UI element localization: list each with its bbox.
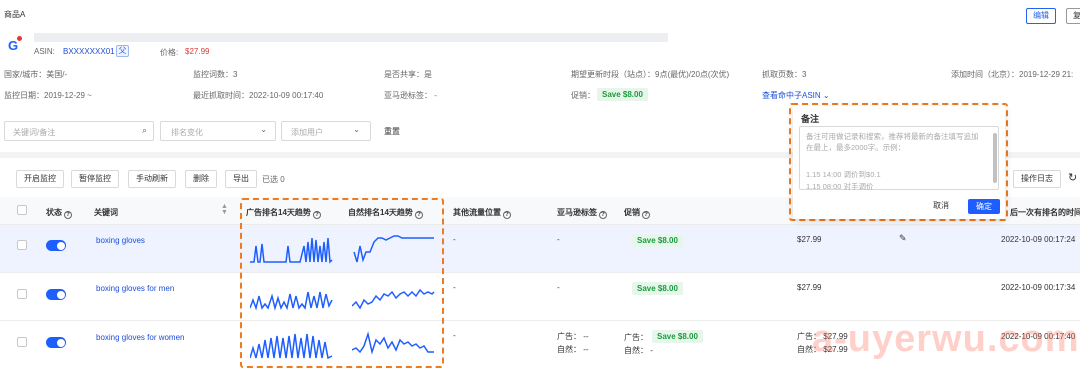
asin-link[interactable]: BXXXXXXX01 xyxy=(63,47,115,56)
info-monitor-date: 监控日期：2019-12-29 ~ xyxy=(4,91,92,100)
promo-natural: 自然： - xyxy=(624,346,653,355)
header-other-traffic: 其他流量位置? xyxy=(453,207,511,219)
info-shared: 是否共享：是 xyxy=(384,70,432,79)
product-title-redacted xyxy=(34,33,668,42)
scrollbar[interactable] xyxy=(993,133,997,183)
other-traffic-value: - xyxy=(453,283,456,292)
info-update-period: 期望更新时段（站点）：9点(最优)/20点(次优) xyxy=(571,70,730,79)
keyword-link[interactable]: boxing gloves xyxy=(96,236,145,245)
row-checkbox[interactable] xyxy=(17,240,27,250)
note-popup-title: 备注 xyxy=(801,114,820,124)
delete-button[interactable]: 删除 xyxy=(185,170,217,188)
keyword-link[interactable]: boxing gloves for men xyxy=(96,284,174,293)
info-promo-badge: Save $8.00 xyxy=(597,88,648,101)
status-toggle[interactable] xyxy=(46,289,66,300)
price-value: $27.99 xyxy=(185,47,210,56)
status-toggle[interactable] xyxy=(46,337,66,348)
cancel-button[interactable]: 取消 xyxy=(926,199,956,214)
other-traffic-value: - xyxy=(453,235,456,244)
info-amazon-tag: 亚马逊标签： - xyxy=(384,91,437,100)
promo-badge: Save $8.00 xyxy=(652,330,703,343)
watermark: a-uyerwu.com xyxy=(812,318,1080,360)
selected-count: 已选 0 xyxy=(262,175,285,184)
info-last-fetch: 最近抓取时间：2022-10-09 00:17:40 xyxy=(193,91,324,100)
add-user-select[interactable]: 添加用户 ⌄ xyxy=(281,121,371,141)
promo-badge: Save $8.00 xyxy=(632,234,683,247)
keyword-link[interactable]: boxing gloves for women xyxy=(96,333,185,342)
copy-button[interactable]: 复 xyxy=(1066,8,1080,24)
trend-highlight-box xyxy=(240,198,444,368)
row-checkbox[interactable] xyxy=(17,337,27,347)
parent-badge: 父 xyxy=(116,45,129,57)
amazon-tag-ad: 广告： -- xyxy=(557,332,589,341)
table-row[interactable] xyxy=(0,225,1080,273)
last-time-value: 2022-10-09 00:17:34 xyxy=(1001,283,1076,292)
sort-icon[interactable]: ▲ ▼ xyxy=(221,203,228,216)
refresh-icon[interactable]: ↻ xyxy=(1068,171,1077,184)
price-value: $27.99 xyxy=(797,283,822,292)
chevron-down-icon: ⌄ xyxy=(353,125,360,134)
header-status: 状态? xyxy=(46,207,72,219)
last-time-value: 2022-10-09 00:17:24 xyxy=(1001,235,1076,244)
keyword-search-input[interactable]: 关键词/备注 ⌕ xyxy=(4,121,154,141)
header-keyword: 关键词 xyxy=(94,208,118,217)
confirm-button[interactable]: 确定 xyxy=(968,199,1000,214)
brand-logo-icon: G xyxy=(8,36,24,53)
select-all-checkbox[interactable] xyxy=(17,205,27,215)
table-row[interactable] xyxy=(0,273,1080,321)
rank-change-select[interactable]: 排名变化 ⌄ xyxy=(160,121,276,141)
export-button[interactable]: 导出 xyxy=(225,170,257,188)
edit-button[interactable]: 编辑 xyxy=(1026,8,1056,24)
amazon-tag-natural: 自然： -- xyxy=(557,345,589,354)
row-checkbox[interactable] xyxy=(17,289,27,299)
help-icon: ? xyxy=(503,211,511,219)
info-promo-label: 促销： xyxy=(571,91,595,100)
note-popup: 备注 备注可用做记录和搜索，推荐将最新的备注填写追加在最上，最多2000字。示例… xyxy=(793,106,1005,219)
header-promo: 促销? xyxy=(624,207,650,219)
header-last-time: 后一次有排名的时间 xyxy=(1010,208,1080,217)
promo-badge: Save $8.00 xyxy=(632,282,683,295)
asin-label: ASIN: xyxy=(34,47,55,56)
amazon-tag-value: - xyxy=(557,283,560,292)
status-toggle[interactable] xyxy=(46,240,66,251)
help-icon: ? xyxy=(642,211,650,219)
pause-monitor-button[interactable]: 暂停监控 xyxy=(71,170,119,188)
price-label: 价格: xyxy=(160,48,179,57)
price-value: $27.99 xyxy=(797,235,822,244)
info-country: 国家/城市：美国/- xyxy=(4,70,68,79)
amazon-tag-value: - xyxy=(557,235,560,244)
manual-refresh-button[interactable]: 手动刷新 xyxy=(128,170,176,188)
edit-note-icon[interactable]: ✎ xyxy=(899,233,907,244)
info-pages: 抓取页数：3 xyxy=(762,70,807,79)
reset-button[interactable]: 重置 xyxy=(384,126,400,137)
header-amazon-tag: 亚马逊标签? xyxy=(557,207,607,219)
operation-log-button[interactable]: 操作日志 xyxy=(1013,170,1061,188)
other-traffic-value: - xyxy=(453,331,456,340)
chevron-down-icon: ⌄ xyxy=(822,91,830,100)
product-name: 商品A xyxy=(4,10,26,19)
info-add-time: 添加时间（北京）：2019-12-29 21: xyxy=(951,70,1074,79)
chevron-down-icon: ⌄ xyxy=(260,125,267,134)
help-icon: ? xyxy=(64,211,72,219)
note-textarea[interactable]: 备注可用做记录和搜索，推荐将最新的备注填写追加在最上，最多2000字。示例： 1… xyxy=(799,126,999,191)
start-monitor-button[interactable]: 开启监控 xyxy=(16,170,64,188)
help-icon: ? xyxy=(599,211,607,219)
info-keyword-count: 监控词数：3 xyxy=(193,70,238,79)
promo-ad-label: 广告： xyxy=(624,333,648,342)
search-icon: ⌕ xyxy=(141,125,147,135)
view-child-asin-link[interactable]: 查看命中子ASIN ⌄ xyxy=(762,90,830,101)
